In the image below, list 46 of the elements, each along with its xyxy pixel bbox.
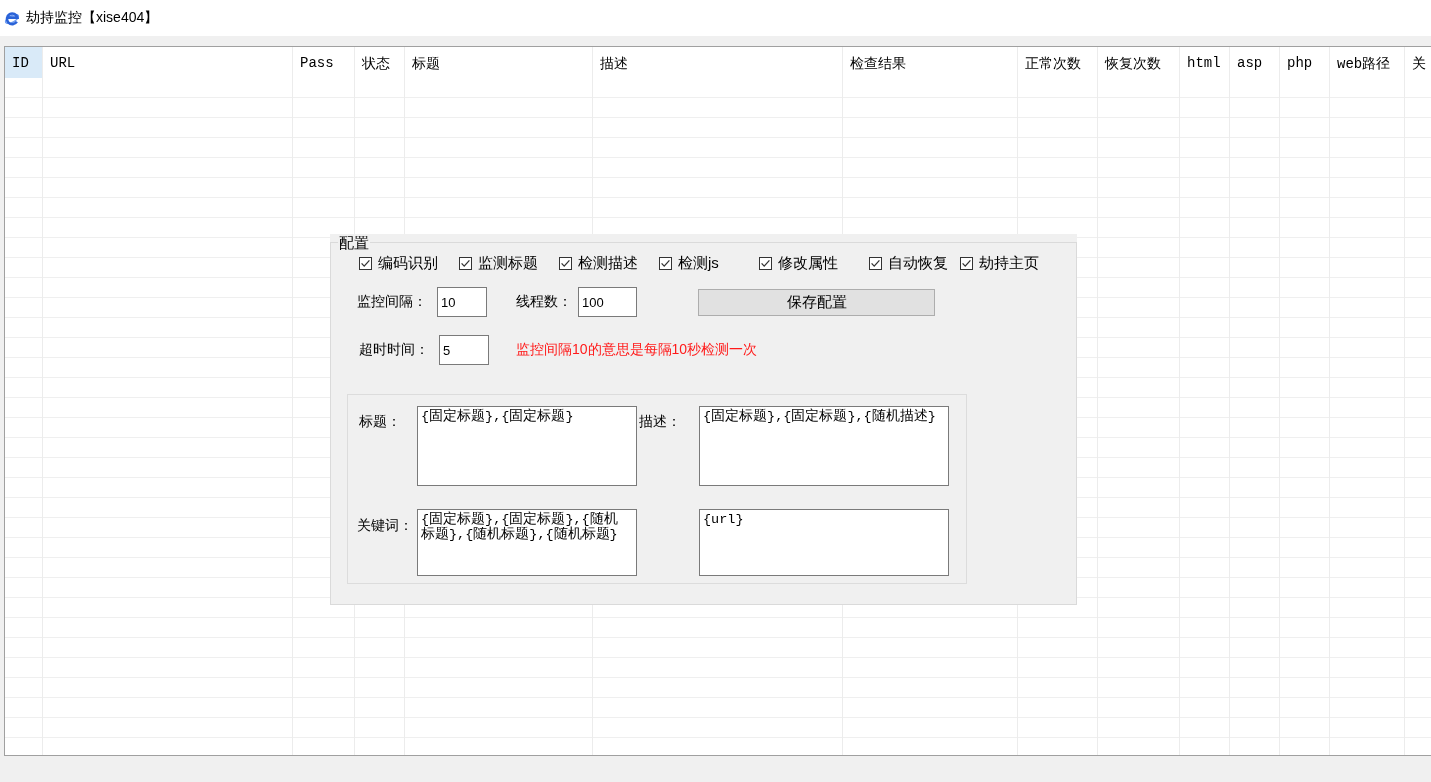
checkbox[interactable] xyxy=(359,256,372,270)
checkbox[interactable] xyxy=(869,256,882,270)
field-label: 超时时间： xyxy=(359,341,430,359)
column-header[interactable]: ID xyxy=(5,47,42,78)
checkbox-label[interactable]: 自动恢复 xyxy=(888,253,948,273)
column-header[interactable]: 状态 xyxy=(355,47,404,78)
checkbox-label[interactable]: 编码识别 xyxy=(378,253,438,273)
checkbox[interactable] xyxy=(759,256,772,270)
group-title: 配置 xyxy=(338,234,370,251)
checkbox[interactable] xyxy=(559,256,572,270)
checkbox-label[interactable]: 劫持主页 xyxy=(979,253,1039,273)
column-header[interactable]: 检查结果 xyxy=(843,47,1017,78)
column-header[interactable]: asp xyxy=(1230,47,1279,78)
checkbox-label[interactable]: 修改属性 xyxy=(778,253,838,273)
hint-text: 监控间隔10的意思是每隔10秒检测一次 xyxy=(516,341,758,359)
column-header[interactable]: 标题 xyxy=(405,47,592,78)
number-input[interactable]: 100 xyxy=(578,287,637,317)
template-field[interactable]: {固定标题},{固定标题} xyxy=(417,406,637,486)
column-header[interactable]: URL xyxy=(43,47,292,78)
checkbox-label[interactable]: 检测描述 xyxy=(578,253,638,273)
window-title: 劫持监控【xise404】 xyxy=(26,9,159,27)
checkbox[interactable] xyxy=(459,256,472,270)
column-header[interactable]: 描述 xyxy=(593,47,842,78)
save-button[interactable]: 保存配置 xyxy=(698,288,935,316)
field-label: 标题： xyxy=(359,412,402,431)
column-header[interactable]: php xyxy=(1280,47,1329,78)
field-label: 关键词： xyxy=(357,516,414,535)
column-header[interactable]: Pass xyxy=(293,47,354,78)
template-field[interactable]: {固定标题},{固定标题},{随机标题},{随机标题},{随机标题} xyxy=(417,509,637,576)
field-label: 线程数： xyxy=(516,293,573,311)
field-label: 监控间隔： xyxy=(357,293,428,311)
field-label: 描述： xyxy=(638,412,682,431)
column-header[interactable]: 正常次数 xyxy=(1018,47,1097,78)
column-header[interactable]: 关 xyxy=(1405,47,1431,78)
app-logo-icon xyxy=(4,9,20,27)
column-header[interactable]: html xyxy=(1180,47,1229,78)
template-field[interactable]: {固定标题},{固定标题},{随机描述} xyxy=(699,406,949,486)
checkbox[interactable] xyxy=(659,256,672,270)
number-input[interactable]: 10 xyxy=(437,287,487,317)
checkbox-label[interactable]: 检测js xyxy=(678,253,719,273)
column-header[interactable]: web路径 xyxy=(1330,47,1404,78)
template-field[interactable]: {url} xyxy=(699,509,949,576)
checkbox[interactable] xyxy=(960,256,973,270)
number-input[interactable]: 5 xyxy=(439,335,489,365)
checkbox-label[interactable]: 监测标题 xyxy=(478,253,538,273)
column-header[interactable]: 恢复次数 xyxy=(1098,47,1179,78)
